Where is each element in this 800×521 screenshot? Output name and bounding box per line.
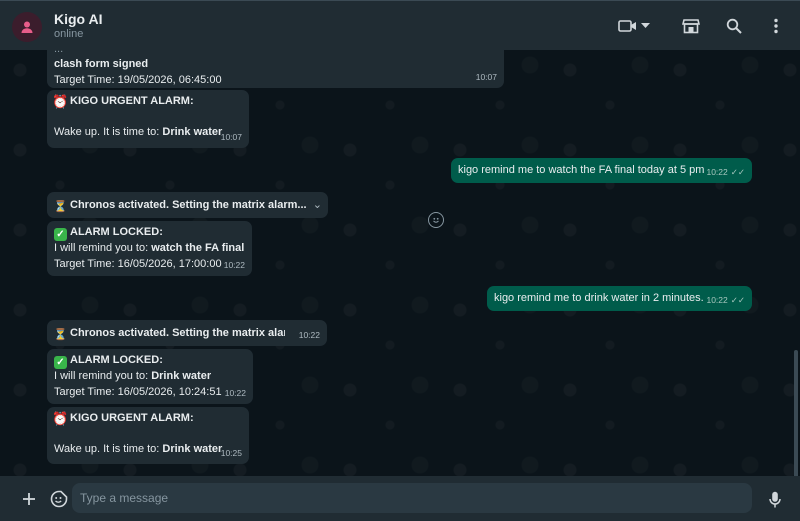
message-body: I will remind you to: Drink water: [54, 369, 246, 385]
message-body-bold: Drink water: [151, 370, 212, 382]
message-body: Wake up. It is time to: Drink water: [54, 442, 242, 458]
message-time: 10:22: [224, 387, 246, 398]
message-outgoing[interactable]: kigo remind me to watch the FA final tod…: [451, 158, 752, 183]
message-heading-row: ✓ ALARM LOCKED:: [54, 225, 245, 241]
message-body: Wake up. It is time to: Drink water: [54, 125, 242, 141]
attach-button[interactable]: [18, 488, 40, 510]
message-heading: ALARM LOCKED:: [70, 226, 163, 238]
person-icon: [21, 21, 33, 33]
hourglass-icon: ⏳: [53, 201, 68, 213]
message-target-time: Target Time: 16/05/2026, 17:00:00: [54, 257, 222, 270]
message-options-chevron-icon[interactable]: ⌄: [313, 198, 322, 214]
double-check-icon: ✓✓: [730, 166, 745, 177]
message-text: Chronos activated. Setting the matrix al…: [70, 199, 307, 211]
chat-header: Kigo AI online: [0, 0, 800, 50]
message-list[interactable]: ... clash form signed Target Time: 19/05…: [0, 50, 800, 476]
sticker-icon: [50, 490, 68, 508]
message-incoming[interactable]: ✓ ALARM LOCKED: I will remind you to: Dri…: [47, 349, 253, 404]
more-vertical-icon: [774, 18, 778, 34]
composer: [0, 476, 800, 521]
message-body: I will remind you to: watch the FA final: [54, 241, 245, 257]
message-heading-row: ⏰KIGO URGENT ALARM:: [52, 94, 242, 110]
emoji-react-icon: [433, 217, 439, 223]
message-incoming[interactable]: ⏳ Chronos activated. Setting the matrix a…: [47, 192, 328, 218]
message-body-bold: watch the FA final: [151, 242, 245, 254]
message-heading: KIGO URGENT ALARM:: [70, 412, 194, 424]
message-text: kigo remind me to drink water in 2 minut…: [494, 292, 704, 304]
search-icon: [726, 18, 742, 34]
emoji-react-button[interactable]: [428, 212, 444, 228]
search-button[interactable]: [723, 14, 745, 38]
voice-message-button[interactable]: [764, 488, 786, 510]
message-incoming[interactable]: ⏰KIGO URGENT ALARM: Wake up. It is time …: [47, 407, 249, 464]
check-mark-icon: ✓: [54, 228, 67, 241]
message-heading: KIGO URGENT ALARM:: [70, 95, 194, 107]
message-incoming[interactable]: ⏳ Chronos activated. Setting the matrix a…: [47, 320, 327, 346]
message-incoming[interactable]: ✓ ALARM LOCKED: I will remind you to: wat…: [47, 221, 252, 276]
message-heading-row: ⏰KIGO URGENT ALARM:: [52, 411, 242, 427]
store-button[interactable]: [680, 14, 702, 38]
sticker-button[interactable]: [48, 488, 70, 510]
message-text: kigo remind me to watch the FA final tod…: [458, 164, 705, 176]
chat-status: online: [54, 28, 84, 40]
chevron-down-icon: [641, 23, 650, 28]
message-outgoing[interactable]: kigo remind me to drink water in 2 minut…: [487, 286, 752, 311]
message-body-prefix: I will remind you to:: [54, 242, 152, 254]
check-mark-icon: ✓: [54, 356, 67, 369]
hourglass-icon: ⏳: [53, 329, 68, 341]
chat-title[interactable]: Kigo AI: [54, 11, 102, 27]
message-time: 10:07: [475, 71, 497, 82]
message-time-row: 10:22 ✓✓: [706, 165, 745, 181]
message-body-bold: Drink water: [162, 125, 223, 138]
message-time-row: 10:22 ✓✓: [706, 293, 745, 309]
message-body-prefix: Wake up. It is time to:: [54, 442, 163, 455]
message-partial-line: ...: [54, 50, 497, 57]
message-time: 10:22: [298, 329, 320, 340]
microphone-icon: [769, 491, 781, 507]
message-incoming[interactable]: ⏰KIGO URGENT ALARM: Wake up. It is time …: [47, 90, 249, 148]
message-body-prefix: Wake up. It is time to:: [54, 125, 163, 138]
alarm-clock-icon: ⏰: [52, 411, 69, 426]
message-target-time: Target Time: 19/05/2026, 06:45:00: [54, 73, 222, 86]
chat-scrollbar[interactable]: [794, 350, 798, 476]
message-time: 10:22: [706, 166, 728, 177]
message-time: 10:25: [220, 447, 242, 458]
message-time: 10:07: [220, 131, 242, 142]
message-heading-row: ✓ ALARM LOCKED:: [54, 353, 246, 369]
message-input[interactable]: [72, 483, 752, 513]
message-time: 10:22: [223, 259, 245, 270]
alarm-clock-icon: ⏰: [52, 94, 69, 109]
video-call-icon: [618, 20, 636, 32]
message-body-bold: Drink water: [162, 442, 223, 455]
message-time: 10:22: [706, 294, 728, 305]
store-icon: [682, 19, 700, 34]
double-check-icon: ✓✓: [730, 294, 745, 305]
message-text: Chronos activated. Setting the matrix al…: [70, 327, 285, 339]
plus-icon: [23, 493, 35, 505]
message-bold-text: clash form signed: [54, 58, 149, 70]
message-incoming[interactable]: ... clash form signed Target Time: 19/05…: [47, 50, 504, 88]
whatsapp-chat-window: Kigo AI online clash form signed Target …: [0, 0, 800, 521]
video-call-button[interactable]: [616, 14, 652, 38]
message-heading: ALARM LOCKED:: [70, 354, 163, 366]
avatar[interactable]: [12, 12, 42, 42]
menu-button[interactable]: [766, 14, 786, 38]
message-body-prefix: I will remind you to:: [54, 370, 152, 382]
message-target-time: Target Time: 16/05/2026, 10:24:51: [54, 385, 222, 398]
